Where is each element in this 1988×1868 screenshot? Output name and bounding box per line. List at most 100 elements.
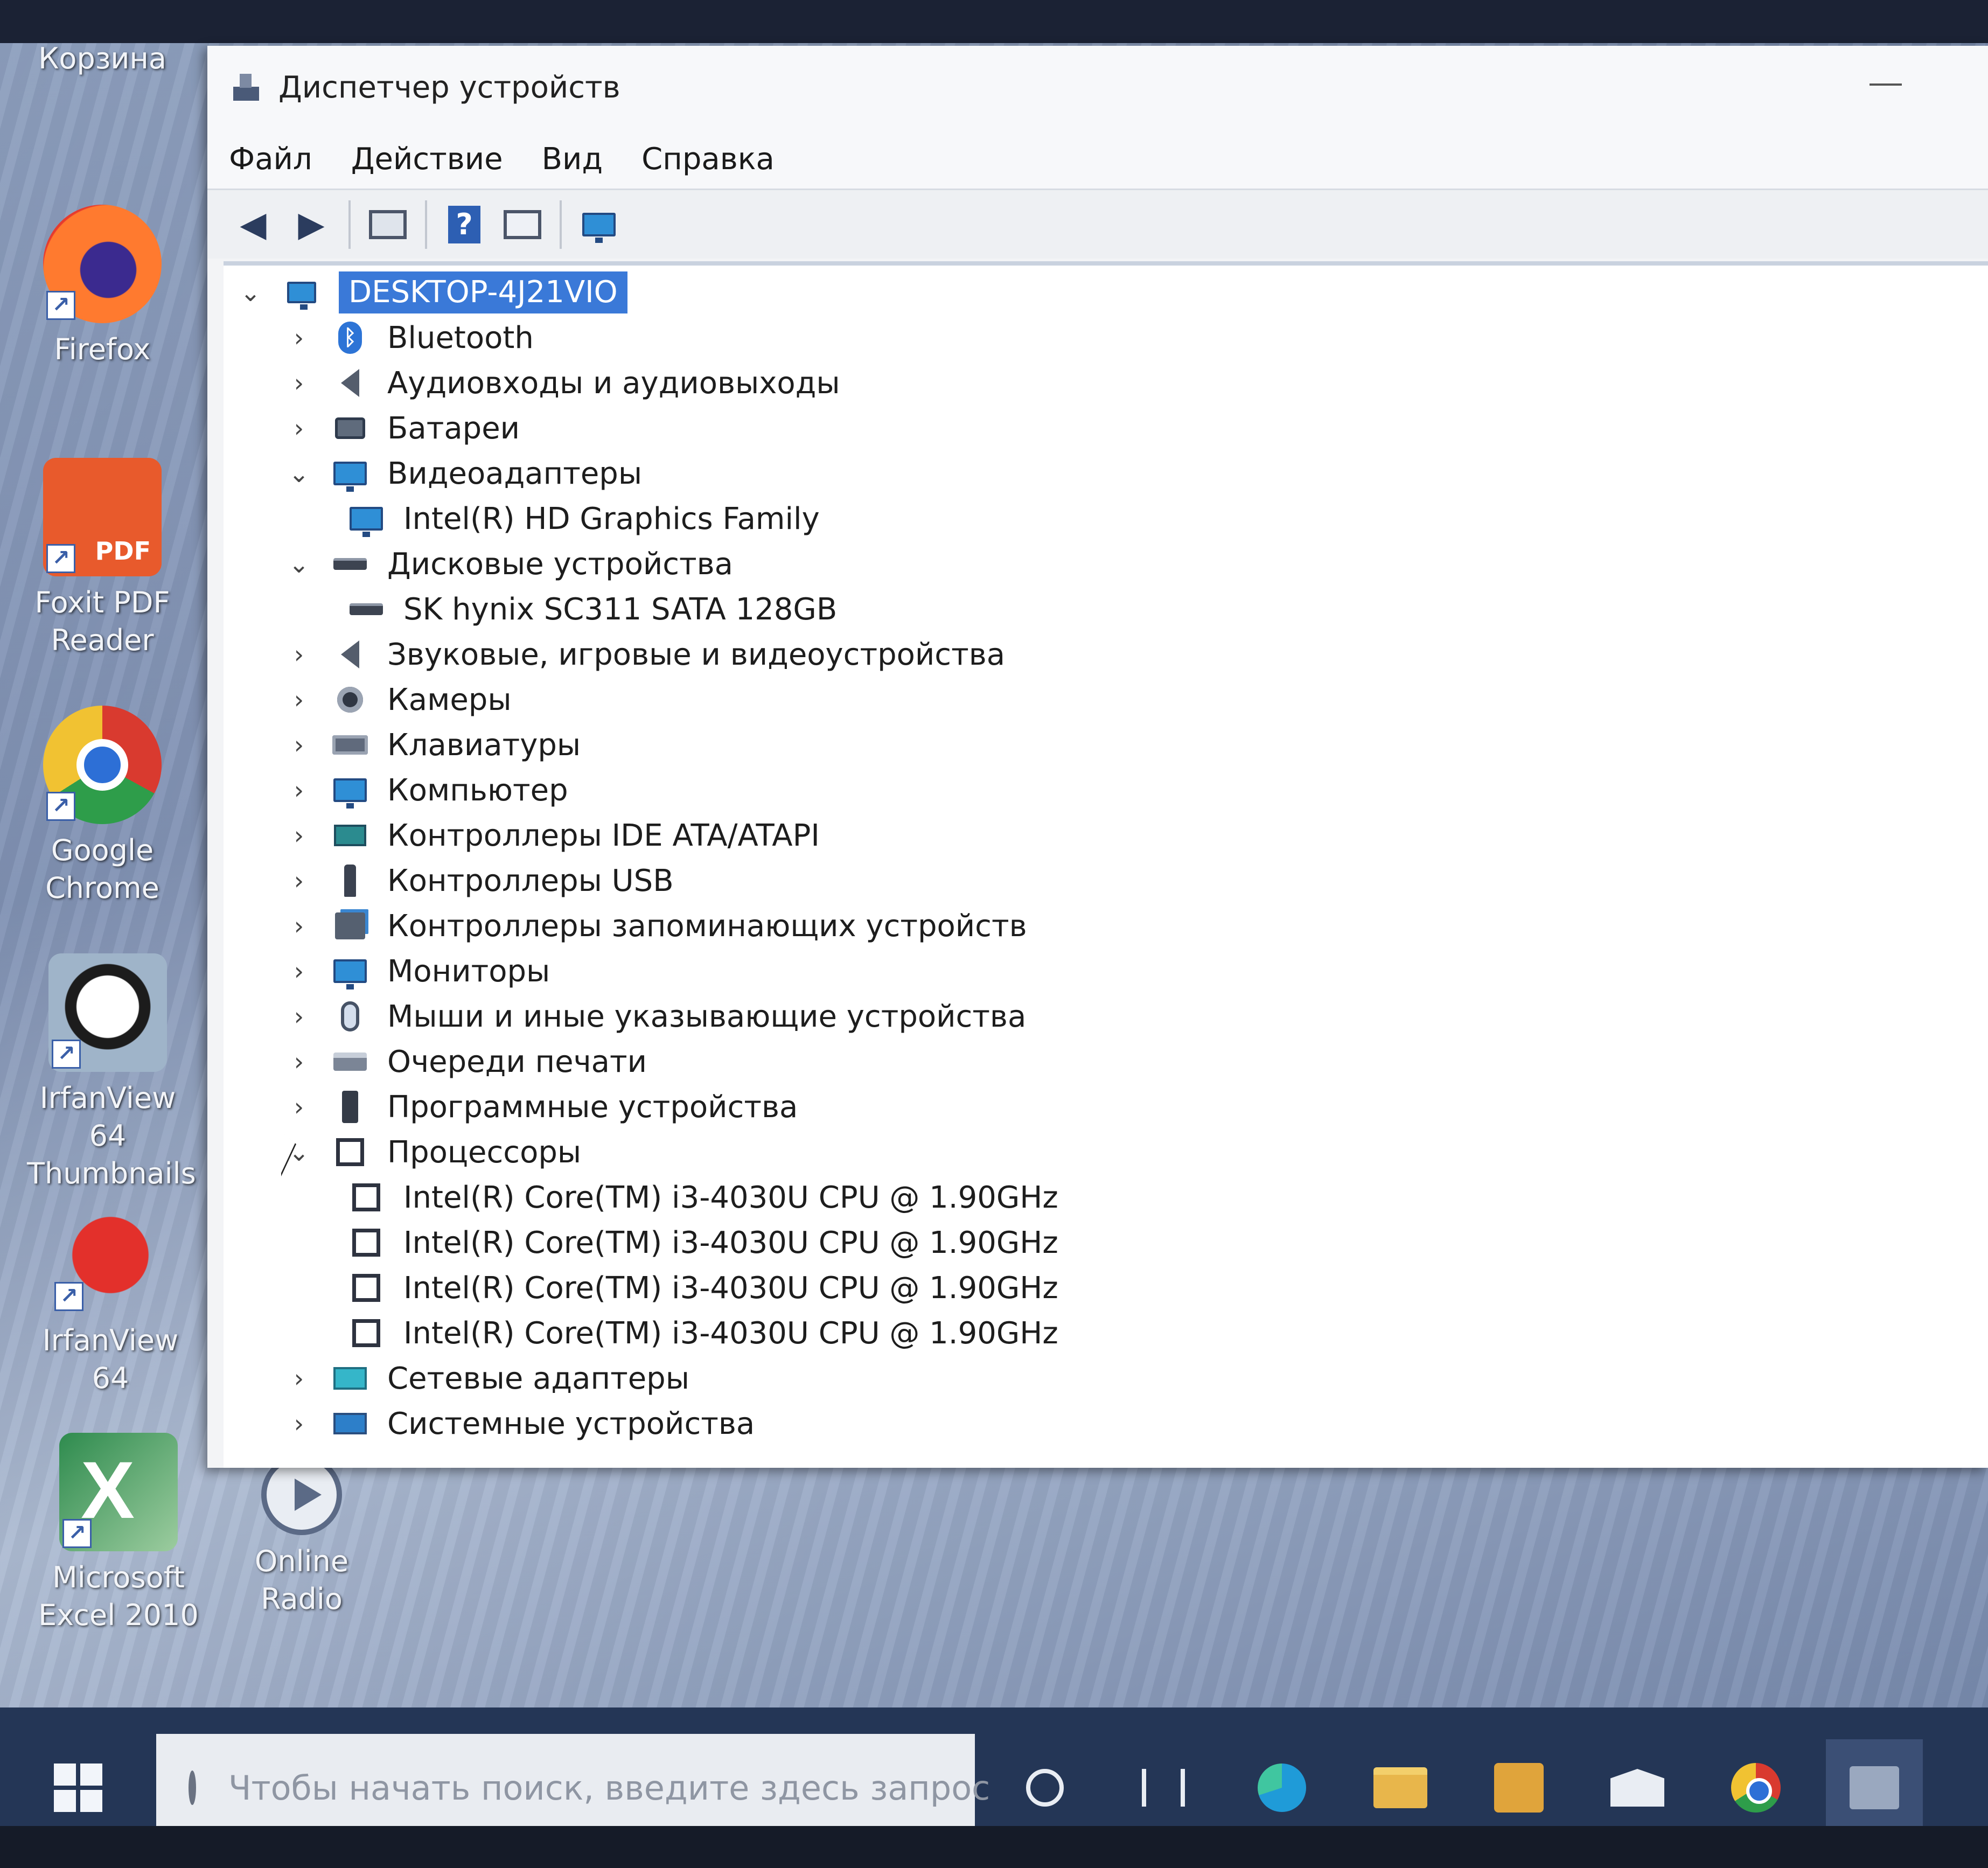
desktop-icon-chrome[interactable]: ↗ Google Chrome bbox=[22, 706, 183, 907]
device-tree[interactable]: ⌄ DESKTOP-4J21VIO › ᛒ Bluetooth › Аудиовходы… bbox=[224, 261, 1988, 1468]
tree-device-item[interactable]: Intel(R) Core(TM) i3-4030U CPU @ 1.90GHz bbox=[224, 1220, 1988, 1265]
tree-item-label: Батареи bbox=[387, 410, 520, 446]
tree-item-label: Очереди печати bbox=[387, 1044, 647, 1079]
desktop-icon-label: Foxit PDF Reader bbox=[34, 586, 170, 657]
tree-category[interactable]: › Контроллеры USB bbox=[224, 858, 1988, 903]
chevron-right-icon[interactable]: › bbox=[283, 640, 315, 669]
chevron-right-icon[interactable]: › bbox=[283, 776, 315, 805]
menu-view[interactable]: Вид bbox=[542, 142, 603, 177]
usb-icon bbox=[331, 865, 369, 897]
chevron-right-icon[interactable]: › bbox=[283, 1409, 315, 1438]
forward-icon[interactable]: ▶ bbox=[287, 200, 336, 249]
tree-category[interactable]: › Системные устройства bbox=[224, 1401, 1988, 1446]
desktop-icon-label: Microsoft Excel 2010 bbox=[38, 1560, 199, 1632]
chevron-down-icon[interactable]: ⌄ bbox=[283, 459, 315, 488]
tree-device-item[interactable]: Intel(R) Core(TM) i3-4030U CPU @ 1.90GHz bbox=[224, 1265, 1988, 1311]
processor-icon bbox=[347, 1181, 385, 1214]
chrome-taskbar-button[interactable] bbox=[1707, 1739, 1804, 1836]
tree-category[interactable]: ⌄ Процессоры bbox=[224, 1130, 1988, 1175]
tree-category[interactable]: › Батареи bbox=[224, 406, 1988, 451]
toolbar-separator bbox=[560, 200, 562, 249]
tree-category[interactable]: › Аудиовходы и аудиовыходы bbox=[224, 360, 1988, 406]
desktop-icon-label: Firefox bbox=[54, 332, 151, 366]
help-icon[interactable]: ? bbox=[440, 200, 489, 249]
chevron-down-icon[interactable]: ⌄ bbox=[283, 549, 315, 578]
tree-category[interactable]: › Программные устройства bbox=[224, 1084, 1988, 1130]
edge-button[interactable] bbox=[1233, 1739, 1330, 1836]
desktop-icon-label: IrfanView 64 bbox=[42, 1323, 179, 1395]
tree-category[interactable]: › Сетевые адаптеры bbox=[224, 1356, 1988, 1401]
chevron-right-icon[interactable]: › bbox=[283, 1364, 315, 1393]
monitor-icon[interactable] bbox=[575, 200, 623, 249]
tree-device-item[interactable]: SK hynix SC311 SATA 128GB bbox=[224, 587, 1988, 632]
chevron-right-icon[interactable]: › bbox=[283, 821, 315, 850]
chevron-right-icon[interactable]: › bbox=[283, 323, 315, 352]
network-adapter-icon bbox=[331, 1362, 369, 1395]
minimize-button[interactable] bbox=[1870, 83, 1902, 86]
device-manager-taskbar-button[interactable] bbox=[1826, 1739, 1923, 1836]
desktop-icon-excel[interactable]: X ↗ Microsoft Excel 2010 bbox=[38, 1433, 199, 1634]
desktop-icon-recycle-bin[interactable]: Корзина bbox=[22, 32, 183, 78]
desktop-icon-firefox[interactable]: ↗ Firefox bbox=[22, 205, 183, 368]
tree-category[interactable]: › Контроллеры IDE ATA/ATAPI bbox=[224, 813, 1988, 858]
desktop-icon-irfanview[interactable]: ↗ IrfanView 64 bbox=[30, 1196, 191, 1397]
menu-file[interactable]: Файл bbox=[229, 142, 312, 177]
disk-drive-icon bbox=[347, 593, 385, 625]
desktop-icon-label: IrfanView 64 Thumbnails bbox=[27, 1081, 196, 1190]
chevron-right-icon[interactable]: › bbox=[283, 368, 315, 398]
task-view-icon bbox=[1142, 1769, 1185, 1807]
chevron-right-icon[interactable]: › bbox=[283, 730, 315, 759]
irfanview-icon: ↗ bbox=[51, 1196, 170, 1314]
title-bar[interactable]: Диспетчер устройств bbox=[207, 46, 1988, 129]
excel-icon: X ↗ bbox=[59, 1433, 178, 1551]
tree-category[interactable]: › Звуковые, игровые и видеоустройства bbox=[224, 632, 1988, 677]
chevron-right-icon[interactable]: › bbox=[283, 414, 315, 443]
windows-logo-icon bbox=[54, 1764, 102, 1812]
tree-category[interactable]: › Контроллеры запоминающих устройств bbox=[224, 903, 1988, 949]
tree-root[interactable]: ⌄ DESKTOP-4J21VIO bbox=[224, 270, 1988, 315]
tree-category[interactable]: ⌄ Дисковые устройства bbox=[224, 541, 1988, 587]
search-input[interactable]: Чтобы начать поиск, введите здесь запрос bbox=[156, 1734, 990, 1842]
storage-controller-icon bbox=[331, 910, 369, 942]
device-manager-window[interactable]: Диспетчер устройств Файл Действие Вид Сп… bbox=[207, 46, 1988, 1468]
speaker-icon bbox=[331, 367, 369, 399]
shortcut-arrow-icon: ↗ bbox=[52, 1040, 81, 1069]
chevron-right-icon[interactable]: › bbox=[283, 866, 315, 895]
chevron-right-icon[interactable]: › bbox=[283, 685, 315, 714]
cortana-button[interactable] bbox=[996, 1739, 1093, 1836]
menu-help[interactable]: Справка bbox=[641, 142, 775, 177]
tree-item-label: Мониторы bbox=[387, 953, 550, 989]
view-icon[interactable] bbox=[498, 200, 547, 249]
file-explorer-icon bbox=[1373, 1767, 1427, 1808]
menu-action[interactable]: Действие bbox=[351, 142, 503, 177]
mail-button[interactable] bbox=[1589, 1739, 1686, 1836]
battery-icon bbox=[331, 412, 369, 444]
tree-category[interactable]: › ᛒ Bluetooth bbox=[224, 315, 1988, 360]
tree-category[interactable]: › Мыши и иные указывающие устройства bbox=[224, 994, 1988, 1039]
chevron-right-icon[interactable]: › bbox=[283, 1092, 315, 1121]
tree-device-item[interactable]: Intel(R) Core(TM) i3-4030U CPU @ 1.90GHz bbox=[224, 1175, 1988, 1220]
chevron-down-icon[interactable]: ⌄ bbox=[234, 278, 267, 307]
tree-device-item[interactable]: Intel(R) HD Graphics Family bbox=[224, 496, 1988, 541]
back-icon[interactable]: ◀ bbox=[229, 200, 277, 249]
tree-category[interactable]: › Очереди печати bbox=[224, 1039, 1988, 1084]
device-manager-icon bbox=[229, 72, 261, 104]
chevron-right-icon[interactable]: › bbox=[283, 1047, 315, 1076]
tree-category[interactable]: ⌄ Видеоадаптеры bbox=[224, 451, 1988, 496]
file-explorer-button[interactable] bbox=[1352, 1739, 1449, 1836]
store-button[interactable] bbox=[1470, 1739, 1567, 1836]
chevron-right-icon[interactable]: › bbox=[283, 957, 315, 986]
tree-category[interactable]: › Камеры bbox=[224, 677, 1988, 722]
desktop-icon-irfanview-thumbnails[interactable]: ↗ IrfanView 64 Thumbnails bbox=[27, 953, 196, 1193]
desktop-icon-foxit[interactable]: PDF ↗ Foxit PDF Reader bbox=[22, 458, 183, 659]
properties-icon[interactable] bbox=[364, 200, 412, 249]
chevron-right-icon[interactable]: › bbox=[283, 911, 315, 940]
tree-category[interactable]: › Клавиатуры bbox=[224, 722, 1988, 768]
chevron-right-icon[interactable]: › bbox=[283, 1002, 315, 1031]
tree-category[interactable]: › Компьютер bbox=[224, 768, 1988, 813]
tree-category[interactable]: › Мониторы bbox=[224, 949, 1988, 994]
processor-icon bbox=[331, 1136, 369, 1168]
tree-device-item[interactable]: Intel(R) Core(TM) i3-4030U CPU @ 1.90GHz bbox=[224, 1311, 1988, 1356]
task-view-button[interactable] bbox=[1115, 1739, 1212, 1836]
desktop-icon-online-radio[interactable]: Online Radio bbox=[221, 1454, 382, 1618]
